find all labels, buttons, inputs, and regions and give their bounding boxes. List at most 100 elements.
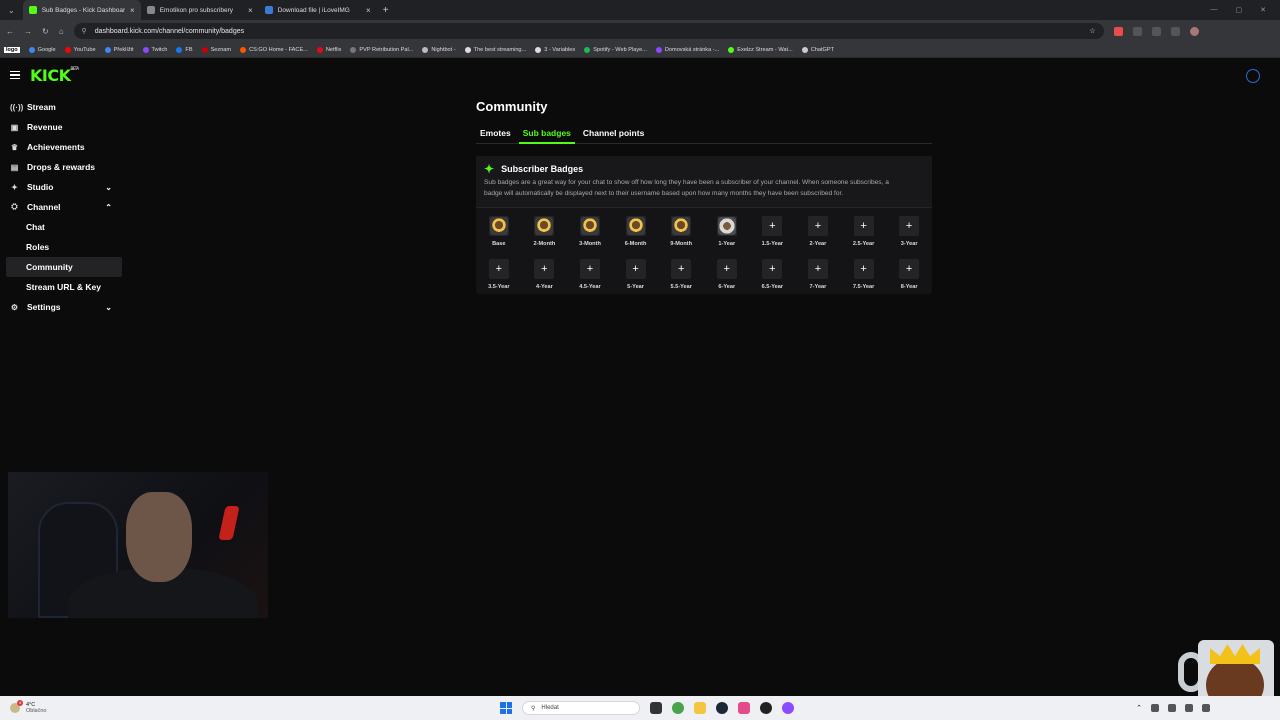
close-window-icon[interactable]: ✕ bbox=[1260, 6, 1266, 14]
tab-close-icon[interactable]: × bbox=[248, 6, 253, 15]
add-badge-button[interactable]: + bbox=[671, 259, 692, 279]
minimize-icon[interactable]: — bbox=[1211, 6, 1218, 14]
home-icon[interactable]: ⌂ bbox=[59, 27, 64, 36]
bookmark-item[interactable]: Domovská stránka -... bbox=[655, 46, 719, 53]
tray-network-icon[interactable] bbox=[1168, 704, 1176, 712]
back-icon[interactable]: ← bbox=[6, 27, 14, 36]
app-icon[interactable] bbox=[738, 702, 750, 714]
add-badge-button[interactable]: + bbox=[762, 216, 783, 236]
badge-slot[interactable]: +2.5-Year bbox=[841, 216, 887, 247]
taskbar-search[interactable]: ⚲ Hledat bbox=[522, 701, 640, 715]
bookmark-item[interactable]: Seznam bbox=[201, 46, 231, 53]
sidebar-item-stream-url-key[interactable]: Stream URL & Key bbox=[0, 277, 122, 297]
badge-slot[interactable]: +7-Year bbox=[795, 259, 841, 290]
bookmark-item[interactable]: Exelzz Stream - Wat... bbox=[728, 46, 793, 53]
add-badge-button[interactable]: + bbox=[488, 259, 509, 279]
task-view-icon[interactable] bbox=[650, 702, 662, 714]
bookmark-item[interactable]: Nightbot - bbox=[422, 46, 456, 53]
badge-slot[interactable]: 1-Year bbox=[704, 216, 750, 247]
sidebar-item-stream[interactable]: ((·)) Stream bbox=[0, 97, 122, 117]
badge-slot[interactable]: +1.5-Year bbox=[750, 216, 796, 247]
tab-close-icon[interactable]: × bbox=[366, 6, 371, 15]
tray-app-icon[interactable] bbox=[1151, 704, 1159, 712]
add-badge-button[interactable]: + bbox=[899, 259, 920, 279]
chrome-icon[interactable] bbox=[672, 702, 684, 714]
new-tab-button[interactable]: + bbox=[383, 5, 389, 16]
add-badge-button[interactable]: + bbox=[579, 259, 600, 279]
add-badge-button[interactable]: + bbox=[762, 259, 783, 279]
bookmark-item[interactable]: FB bbox=[176, 46, 193, 53]
bookmark-item[interactable]: 3 - Variables bbox=[535, 46, 575, 53]
site-info-icon[interactable]: ⚲ bbox=[82, 27, 87, 35]
user-avatar-icon[interactable] bbox=[1246, 69, 1260, 83]
tab-search-icon[interactable]: ⌄ bbox=[0, 6, 23, 15]
badge-slot[interactable]: +7.5-Year bbox=[841, 259, 887, 290]
add-badge-button[interactable]: + bbox=[534, 259, 555, 279]
reload-icon[interactable]: ↻ bbox=[42, 27, 49, 36]
steam-icon[interactable] bbox=[716, 702, 728, 714]
bookmark-item[interactable]: logo bbox=[4, 46, 20, 53]
sidebar-item-roles[interactable]: Roles bbox=[0, 237, 122, 257]
extension-adblock-icon[interactable] bbox=[1113, 26, 1123, 36]
profile-icon[interactable] bbox=[1189, 26, 1199, 36]
twitch-app-icon[interactable] bbox=[782, 702, 794, 714]
menu-icon[interactable] bbox=[10, 70, 20, 80]
tab-close-icon[interactable]: × bbox=[130, 6, 135, 15]
forward-icon[interactable]: → bbox=[24, 27, 32, 36]
tab-emotes[interactable]: Emotes bbox=[476, 128, 515, 143]
sidebar-item-channel[interactable]: ⛭ Channel ⌃ bbox=[0, 197, 122, 217]
badge-image[interactable] bbox=[488, 216, 509, 236]
sidebar-item-drops-rewards[interactable]: ▤ Drops & rewards bbox=[0, 157, 122, 177]
weather-widget[interactable]: 4 4°C Oblačno bbox=[0, 700, 47, 714]
chevron-up-icon[interactable]: ⌃ bbox=[105, 203, 112, 212]
badge-image[interactable] bbox=[579, 216, 600, 236]
add-badge-button[interactable]: + bbox=[853, 259, 874, 279]
sidebar-item-achievements[interactable]: ♛ Achievements bbox=[0, 137, 122, 157]
add-badge-button[interactable]: + bbox=[807, 216, 828, 236]
badge-image[interactable] bbox=[716, 216, 737, 236]
add-badge-button[interactable]: + bbox=[625, 259, 646, 279]
add-badge-button[interactable]: + bbox=[807, 259, 828, 279]
tray-expand-icon[interactable]: ⌃ bbox=[1136, 704, 1142, 712]
bookmark-item[interactable]: ChatGPT bbox=[801, 46, 834, 53]
bookmark-item[interactable]: Překlížit bbox=[104, 46, 134, 53]
bookmark-item[interactable]: YouTube bbox=[64, 46, 96, 53]
obs-icon[interactable] bbox=[760, 702, 772, 714]
bookmark-star-icon[interactable]: ☆ bbox=[1089, 27, 1095, 35]
add-badge-button[interactable]: + bbox=[899, 216, 920, 236]
badge-image[interactable] bbox=[534, 216, 555, 236]
badge-slot[interactable]: +3.5-Year bbox=[476, 259, 522, 290]
badge-slot[interactable]: +6-Year bbox=[704, 259, 750, 290]
badge-slot[interactable]: +2-Year bbox=[795, 216, 841, 247]
add-badge-button[interactable]: + bbox=[853, 216, 874, 236]
sidebar-item-settings[interactable]: ⚙ Settings ⌄ bbox=[0, 297, 122, 317]
windows-start-icon[interactable] bbox=[500, 702, 512, 714]
url-bar[interactable]: ⚲ dashboard.kick.com/channel/community/b… bbox=[73, 23, 1104, 39]
chevron-down-icon[interactable]: ⌄ bbox=[105, 183, 112, 192]
bookmark-item[interactable]: Google bbox=[28, 46, 56, 53]
badge-slot[interactable]: +5.5-Year bbox=[658, 259, 704, 290]
extension-icon[interactable] bbox=[1132, 26, 1142, 36]
browser-tab[interactable]: Emotikon pro subscribery × bbox=[141, 0, 259, 20]
download-icon[interactable] bbox=[1170, 26, 1180, 36]
badge-slot[interactable]: +8-Year bbox=[886, 259, 932, 290]
browser-tab[interactable]: Sub Badges - Kick Dashboard × bbox=[22, 0, 141, 20]
bookmark-item[interactable]: Netflix bbox=[316, 46, 341, 53]
sidebar-item-studio[interactable]: ✦ Studio ⌄ bbox=[0, 177, 122, 197]
chevron-down-icon[interactable]: ⌄ bbox=[105, 303, 112, 312]
sidebar-item-community[interactable]: Community bbox=[6, 257, 122, 277]
sidebar-item-revenue[interactable]: ▣ Revenue bbox=[0, 117, 122, 137]
bookmark-item[interactable]: Twitch bbox=[142, 46, 167, 53]
maximize-icon[interactable]: ▢ bbox=[1236, 6, 1243, 14]
bookmark-item[interactable]: PVP Retribution Pal... bbox=[350, 46, 413, 53]
badge-image[interactable] bbox=[671, 216, 692, 236]
add-badge-button[interactable]: + bbox=[716, 259, 737, 279]
browser-tab[interactable]: Download file | iLoveIMG × bbox=[259, 0, 377, 20]
badge-slot[interactable]: +6.5-Year bbox=[750, 259, 796, 290]
bookmark-item[interactable]: CS:GO Home - FACE... bbox=[240, 46, 308, 53]
tray-battery-icon[interactable] bbox=[1202, 704, 1210, 712]
file-explorer-icon[interactable] bbox=[694, 702, 706, 714]
sidebar-item-chat[interactable]: Chat bbox=[0, 217, 122, 237]
badge-slot[interactable]: 3-Month bbox=[567, 216, 613, 247]
bookmark-item[interactable]: Spotify - Web Playe... bbox=[584, 46, 647, 53]
